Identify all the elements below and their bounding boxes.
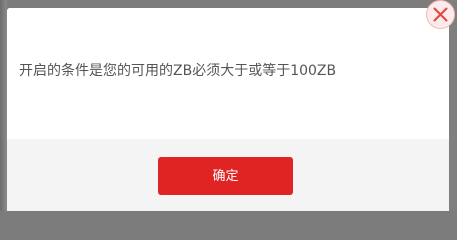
overlay-backdrop-left: [0, 0, 7, 211]
dialog-body: 开启的条件是您的可用的ZB必须大于或等于100ZB: [7, 8, 449, 139]
confirm-button[interactable]: 确定: [158, 157, 293, 195]
close-icon: [433, 7, 448, 22]
overlay-backdrop-right: [449, 0, 457, 211]
dialog-message: 开启的条件是您的可用的ZB必须大于或等于100ZB: [19, 63, 337, 79]
confirm-dialog: 开启的条件是您的可用的ZB必须大于或等于100ZB 确定: [7, 8, 449, 211]
close-button[interactable]: [426, 0, 455, 29]
dialog-footer: 确定: [7, 139, 449, 211]
